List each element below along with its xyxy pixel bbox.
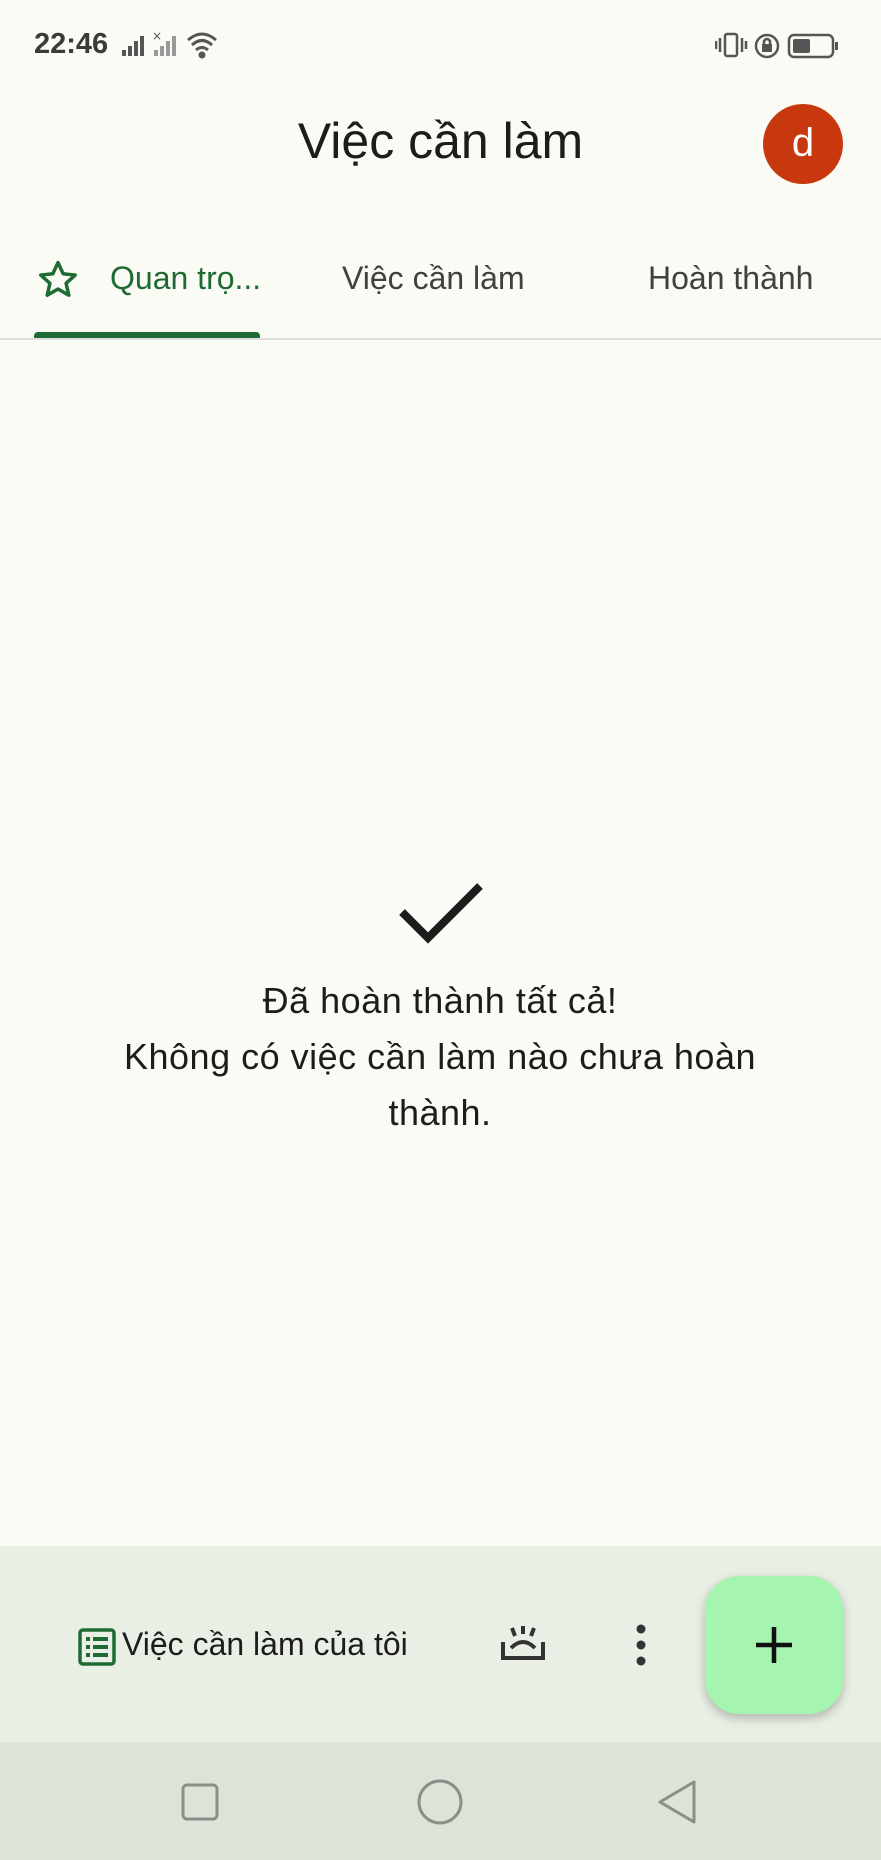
rotation-lock-icon <box>754 33 780 59</box>
status-bar: 22:46 × <box>0 0 881 92</box>
empty-state-title: Đã hoàn thành tất cả! <box>262 980 618 1021</box>
tab-completed[interactable]: Hoàn thành <box>620 240 860 338</box>
empty-state-message: Đã hoàn thành tất cả! Không có việc cần … <box>70 973 810 1141</box>
checkmark-icon <box>399 883 483 944</box>
star-icon <box>39 260 77 297</box>
vibrate-icon <box>715 32 748 58</box>
tab-label-completed: Hoàn thành <box>648 260 814 296</box>
home-circle-icon[interactable] <box>416 1778 464 1826</box>
tab-label-important: Quan trọ... <box>110 260 262 296</box>
status-right-icons <box>715 32 838 59</box>
back-triangle-icon[interactable] <box>656 1778 700 1826</box>
tab-divider <box>0 338 881 340</box>
signal-bars-no-service-icon: × <box>152 29 176 56</box>
status-time: 22:46 <box>34 28 109 60</box>
empty-state-subtitle: Không có việc cần làm nào chưa hoàn thàn… <box>124 1036 756 1133</box>
wifi-icon <box>187 32 217 59</box>
status-left-icons: × <box>122 29 217 59</box>
battery-icon <box>787 33 838 59</box>
tab-important[interactable]: Quan trọ... <box>34 240 262 338</box>
my-tasks-button[interactable]: Việc cần làm của tôi <box>122 1626 408 1663</box>
task-list-icon[interactable] <box>78 1628 116 1666</box>
plus-icon <box>756 1627 792 1663</box>
sort-tray-icon[interactable] <box>500 1624 546 1664</box>
tab-label-todo: Việc cần làm <box>342 260 525 296</box>
svg-text:×: × <box>152 29 162 43</box>
screen: 22:46 × Việc cần làm d Quan trọ... Việc … <box>0 0 881 1860</box>
signal-bars-icon <box>122 36 144 56</box>
page-title: Việc cần làm <box>297 113 584 169</box>
add-task-button[interactable] <box>705 1576 843 1714</box>
tab-bar: Quan trọ... Việc cần làm Hoàn thành <box>0 240 881 340</box>
recents-square-icon[interactable] <box>180 1782 220 1822</box>
system-nav-bar <box>0 1742 881 1860</box>
more-vert-icon[interactable] <box>626 1622 656 1668</box>
tab-todo[interactable]: Việc cần làm <box>300 240 580 338</box>
avatar[interactable]: d <box>763 104 843 184</box>
